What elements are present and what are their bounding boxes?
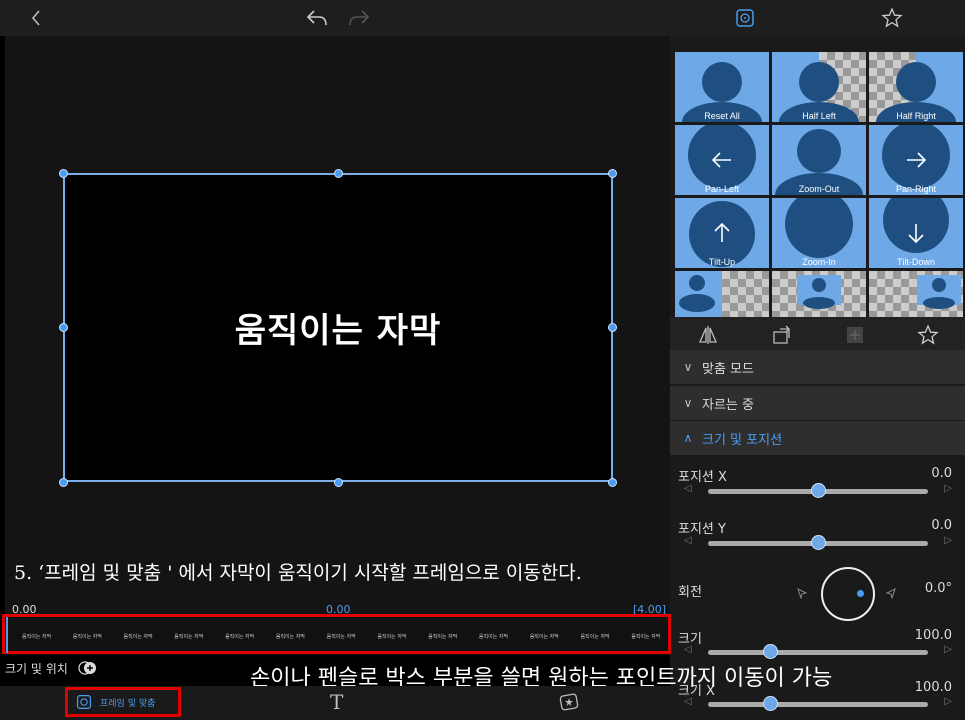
increment-icon[interactable]: ▷ <box>944 696 952 707</box>
back-icon[interactable] <box>24 6 48 30</box>
preset-zoom-in[interactable]: Zoom-In <box>772 198 866 268</box>
slider-knob[interactable] <box>811 535 826 550</box>
rotate-right-icon[interactable] <box>885 584 897 603</box>
preset-tile[interactable] <box>772 271 866 317</box>
slider-size[interactable]: ◁ ▷ <box>678 644 958 660</box>
rotate-left-icon[interactable] <box>796 584 808 603</box>
slider-knob[interactable] <box>762 644 778 659</box>
decrement-icon[interactable]: ◁ <box>684 644 692 655</box>
preset-zoom-out[interactable]: Zoom-Out <box>772 125 866 195</box>
text-icon[interactable]: T <box>330 690 343 714</box>
chevron-up-icon: ∧ <box>683 431 693 445</box>
preset-half-left[interactable]: Half Left <box>772 52 866 122</box>
preset-tilt-down[interactable]: Tilt-Down <box>869 198 963 268</box>
right-panel: Reset All Half Left Half Right Pan-Left … <box>670 36 965 720</box>
panel-icon-row <box>670 317 965 353</box>
size-position-label: 크기 및 위치 <box>5 660 98 679</box>
caption-text: 움직이는 자막 <box>234 311 442 351</box>
slider-position-x[interactable]: ◁ ▷ <box>678 483 958 499</box>
resize-handle-bottom-right[interactable] <box>608 478 617 487</box>
decrement-icon[interactable]: ◁ <box>684 535 692 546</box>
increment-icon[interactable]: ▷ <box>944 644 952 655</box>
section-fit-mode[interactable]: ∨ 맞춤 모드 <box>670 350 965 384</box>
section-size-position[interactable]: ∧ 크기 및 포지션 <box>670 421 965 455</box>
top-toolbar <box>0 0 965 36</box>
preset-reset-all[interactable]: Reset All <box>675 52 769 122</box>
preset-tilt-up[interactable]: Tilt-Up <box>675 198 769 268</box>
decrement-icon[interactable]: ◁ <box>684 483 692 494</box>
slider-knob[interactable] <box>762 696 778 711</box>
rotation-dial[interactable] <box>821 567 875 621</box>
sticker-icon[interactable] <box>559 692 579 716</box>
slider-position-y[interactable]: ◁ ▷ <box>678 535 958 551</box>
prop-rotation: 회전 0.0° <box>678 581 952 600</box>
resize-handle-top[interactable] <box>334 169 343 178</box>
increment-icon[interactable]: ▷ <box>944 483 952 494</box>
section-cropping[interactable]: ∨ 자르는 중 <box>670 386 965 420</box>
decrement-icon[interactable]: ◁ <box>684 696 692 707</box>
frame-fit-icon[interactable] <box>733 6 757 30</box>
rotation-dial-dot <box>857 590 864 597</box>
flip-icon[interactable] <box>696 323 720 347</box>
resize-handle-top-left[interactable] <box>59 169 68 178</box>
resize-handle-bottom-left[interactable] <box>59 478 68 487</box>
preset-tile[interactable] <box>675 271 769 317</box>
bottom-toolbar: 프레임 및 맞춤 T <box>0 686 670 720</box>
rotate-icon[interactable] <box>770 323 794 347</box>
chevron-down-icon: ∨ <box>683 360 693 374</box>
star-icon[interactable] <box>880 6 904 30</box>
frame-fit-icon <box>76 694 92 710</box>
preset-pan-right[interactable]: Pan-Right <box>869 125 963 195</box>
resize-handle-top-right[interactable] <box>608 169 617 178</box>
redo-icon[interactable] <box>347 6 371 30</box>
preset-tile[interactable] <box>869 271 963 317</box>
undo-icon[interactable] <box>305 6 329 30</box>
preset-half-right[interactable]: Half Right <box>869 52 963 122</box>
increment-icon[interactable]: ▷ <box>944 535 952 546</box>
filter-icon[interactable] <box>843 323 867 347</box>
playhead[interactable] <box>6 617 8 653</box>
star-icon[interactable] <box>916 323 940 347</box>
resize-handle-left[interactable] <box>59 323 68 332</box>
slider-size-x[interactable]: ◁ ▷ <box>678 696 958 712</box>
preset-pan-left[interactable]: Pan-Left <box>675 125 769 195</box>
frame-box[interactable]: 움직이는 자막 <box>63 173 613 482</box>
resize-handle-bottom[interactable] <box>334 478 343 487</box>
keyframe-add-icon[interactable] <box>78 660 98 679</box>
slider-knob[interactable] <box>811 483 826 498</box>
instruction-step5: 5. ‘프레임 및 맞춤 ' 에서 자막이 움직이기 시작할 프레임으로 이동한… <box>14 562 582 584</box>
resize-handle-right[interactable] <box>608 323 617 332</box>
highlight-box <box>2 614 671 654</box>
chevron-down-icon: ∨ <box>683 396 693 410</box>
frame-fit-tab[interactable]: 프레임 및 맞춤 <box>65 687 181 717</box>
